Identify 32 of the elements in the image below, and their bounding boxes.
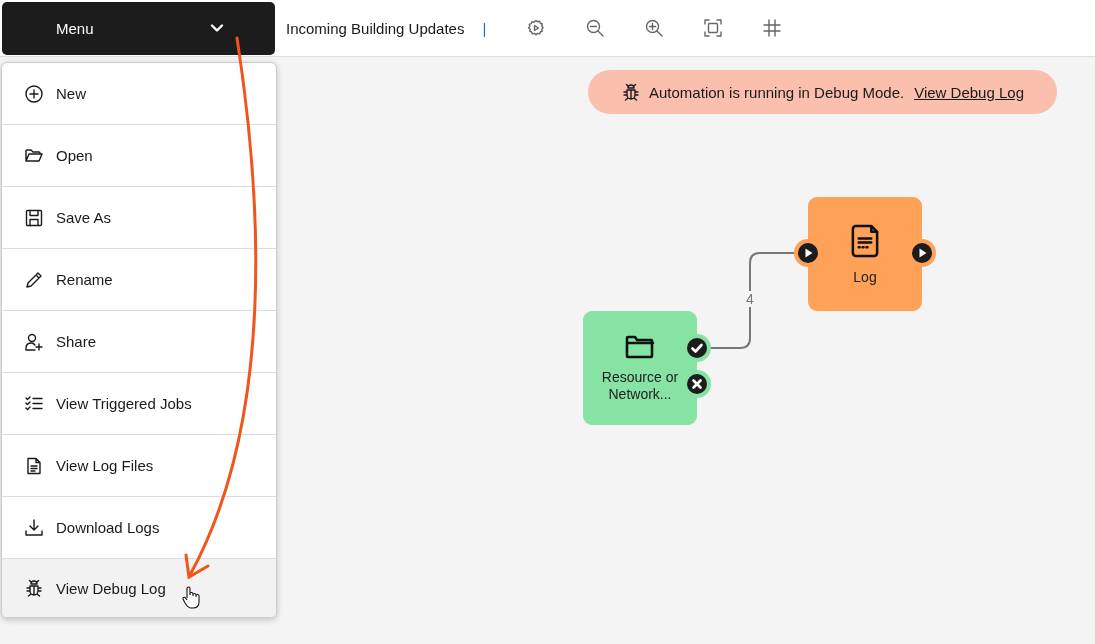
document-icon <box>849 222 881 259</box>
menu-item[interactable]: Save As <box>2 187 276 249</box>
node-label: Resource or Network... <box>600 369 680 403</box>
settings-icon <box>526 18 547 38</box>
connector-label: 4 <box>745 291 755 307</box>
bug-icon <box>621 82 641 102</box>
menu-item[interactable]: Open <box>2 125 276 187</box>
fit-to-screen-icon <box>703 18 724 38</box>
zoom-out-icon <box>585 18 606 38</box>
menu-item[interactable]: View Debug Log <box>2 559 276 617</box>
source-node[interactable]: Resource or Network... <box>583 311 697 425</box>
menu-button[interactable]: Menu <box>2 1 275 55</box>
document-icon <box>24 455 44 476</box>
folder-icon <box>624 333 656 359</box>
menu-item[interactable]: View Log Files <box>2 435 276 497</box>
document-title: Incoming Building Updates <box>286 19 465 37</box>
add-user-icon <box>24 331 44 352</box>
hand-cursor-icon <box>182 586 200 609</box>
menu-item[interactable]: Share <box>2 311 276 373</box>
banner-message: Automation is running in Debug Mode. <box>649 83 905 101</box>
zoom-in-icon <box>644 18 665 38</box>
menu-item[interactable]: Rename <box>2 249 276 311</box>
plus-circle-icon <box>24 83 44 104</box>
title-separator: | <box>482 19 487 37</box>
menu-item[interactable]: New <box>2 63 276 125</box>
download-icon <box>24 517 44 538</box>
node-label: Log <box>852 268 878 286</box>
bug-icon <box>24 578 44 598</box>
menu-item[interactable]: View Triggered Jobs <box>2 373 276 435</box>
view-debug-log-link[interactable]: View Debug Log <box>914 83 1024 101</box>
grid-icon <box>762 18 783 38</box>
action-node[interactable]: Log <box>808 197 922 311</box>
